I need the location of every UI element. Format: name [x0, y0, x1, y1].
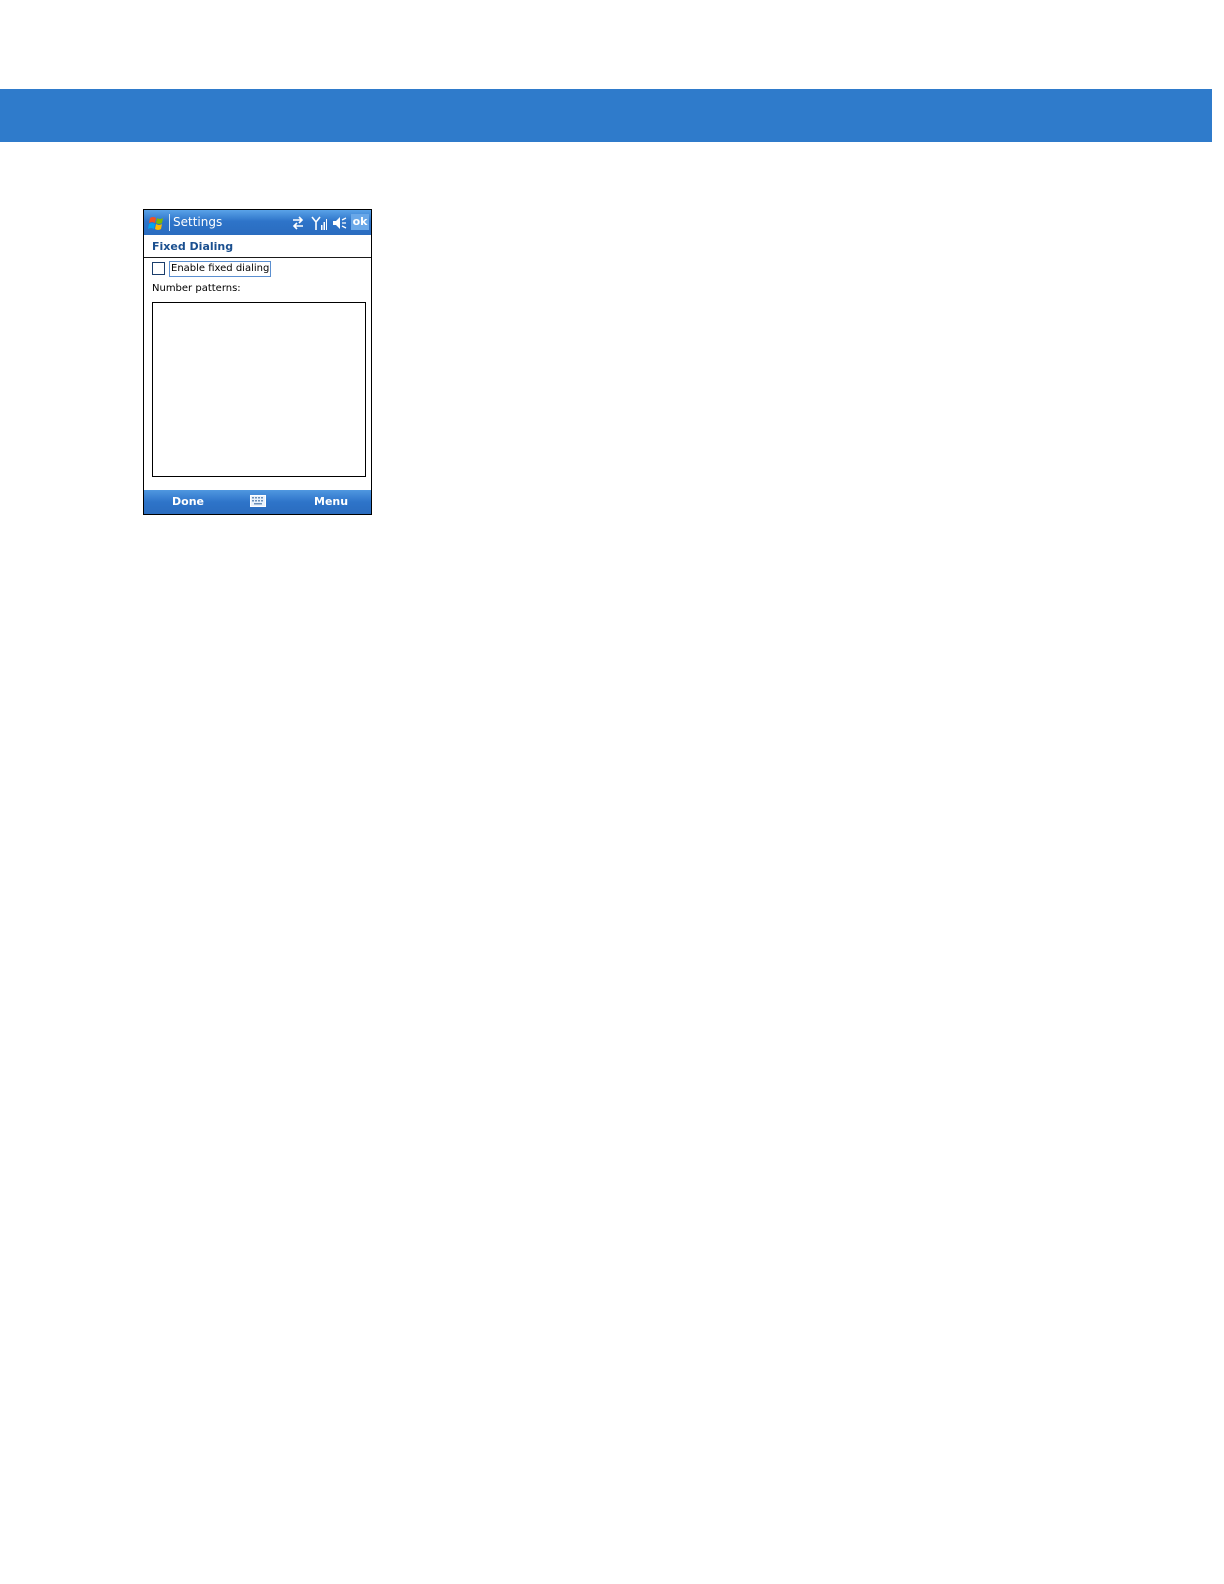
title-separator	[169, 214, 170, 231]
speaker-icon[interactable]	[331, 215, 347, 231]
keyboard-icon[interactable]	[250, 495, 266, 507]
done-button[interactable]: Done	[172, 495, 204, 508]
page-title: Fixed Dialing	[152, 240, 234, 253]
windows-start-icon[interactable]	[147, 213, 167, 233]
window-title: Settings	[173, 215, 223, 229]
page-header-band	[0, 89, 1212, 142]
enable-fixed-dialing-label[interactable]: Enable fixed dialing	[169, 261, 272, 277]
number-patterns-label: Number patterns:	[152, 283, 241, 294]
number-patterns-input[interactable]	[152, 302, 366, 477]
enable-fixed-dialing-checkbox[interactable]	[152, 262, 165, 275]
heading-divider	[144, 257, 371, 258]
signal-icon[interactable]	[311, 215, 327, 231]
menu-button[interactable]: Menu	[314, 495, 348, 508]
connectivity-icon[interactable]	[290, 215, 306, 231]
title-bar: Settings ok	[144, 210, 371, 235]
ok-button[interactable]: ok	[351, 214, 369, 230]
softkey-bar: Done Menu	[144, 490, 371, 514]
pocket-pc-screen: Settings ok Fixed Dialing Enable fixed d…	[143, 209, 372, 515]
